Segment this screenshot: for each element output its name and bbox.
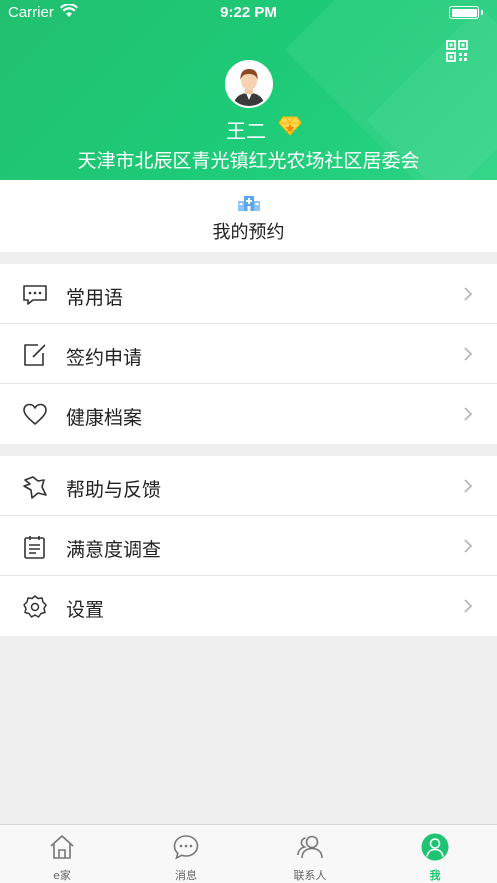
message-icon bbox=[173, 835, 199, 860]
chevron-right-icon bbox=[464, 539, 473, 553]
tab-contacts[interactable]: 联系人 bbox=[248, 825, 372, 883]
menu-item-label: 签约申请 bbox=[66, 347, 143, 369]
tab-me[interactable]: 我 bbox=[373, 825, 497, 883]
avatar[interactable] bbox=[225, 60, 273, 108]
gear-icon bbox=[23, 595, 47, 618]
menu-item-settings[interactable]: 设置 bbox=[0, 576, 497, 636]
menu-item-label: 设置 bbox=[66, 599, 105, 621]
chevron-right-icon bbox=[464, 599, 473, 613]
menu-item-satisfaction-survey[interactable]: 满意度调查 bbox=[0, 516, 497, 576]
survey-icon bbox=[24, 536, 45, 559]
contacts-icon bbox=[297, 835, 323, 859]
user-name: 王二 bbox=[226, 119, 266, 143]
menu-item-sign-application[interactable]: 签约申请 bbox=[0, 324, 497, 384]
status-bar: Carrier 9:22 PM bbox=[0, 0, 497, 26]
menu-item-label: 帮助与反馈 bbox=[66, 479, 162, 501]
tab-label: 联系人 bbox=[293, 869, 327, 882]
menu-item-common-phrases[interactable]: 常用语 bbox=[0, 264, 497, 324]
chevron-right-icon bbox=[464, 407, 473, 421]
menu-group-1: 常用语 签约申请 健康档案 bbox=[0, 264, 497, 444]
tab-home[interactable]: e家 bbox=[0, 825, 124, 883]
battery-icon bbox=[449, 6, 479, 19]
avatar-image bbox=[227, 62, 271, 106]
me-icon bbox=[421, 833, 449, 861]
chevron-right-icon bbox=[464, 347, 473, 361]
hospital-icon bbox=[238, 196, 260, 211]
menu-item-help-feedback[interactable]: 帮助与反馈 bbox=[0, 456, 497, 516]
diamond-icon bbox=[278, 116, 302, 136]
qr-code-icon[interactable] bbox=[446, 40, 468, 62]
my-appointment-button[interactable]: 我的预约 bbox=[0, 180, 497, 252]
tab-label: 我 bbox=[429, 869, 441, 882]
menu-item-health-records[interactable]: 健康档案 bbox=[0, 384, 497, 444]
help-icon bbox=[23, 476, 47, 499]
tab-messages[interactable]: 消息 bbox=[124, 825, 248, 883]
heart-icon bbox=[23, 403, 47, 425]
menu-item-label: 满意度调查 bbox=[66, 539, 162, 561]
tab-label: e家 bbox=[53, 869, 71, 882]
tab-label: 消息 bbox=[175, 869, 197, 882]
home-icon bbox=[50, 835, 74, 859]
chevron-right-icon bbox=[464, 479, 473, 493]
user-address: 天津市北辰区青光镇红光农场社区居委会 bbox=[77, 150, 420, 172]
my-appointment-label: 我的预约 bbox=[212, 222, 285, 243]
tab-bar: e家 消息 联系人 我 bbox=[0, 824, 497, 883]
chevron-right-icon bbox=[464, 287, 473, 301]
battery-tip bbox=[481, 10, 483, 15]
menu-item-label: 常用语 bbox=[66, 287, 124, 309]
chat-dots-icon bbox=[23, 285, 47, 305]
menu-item-label: 健康档案 bbox=[66, 407, 143, 429]
profile-header: Carrier 9:22 PM 王二 天津市北辰区青光镇红光农场社区居委会 bbox=[0, 0, 497, 180]
edit-icon bbox=[24, 344, 46, 366]
menu-group-2: 帮助与反馈 满意度调查 设置 bbox=[0, 456, 497, 636]
clock: 9:22 PM bbox=[220, 4, 277, 21]
